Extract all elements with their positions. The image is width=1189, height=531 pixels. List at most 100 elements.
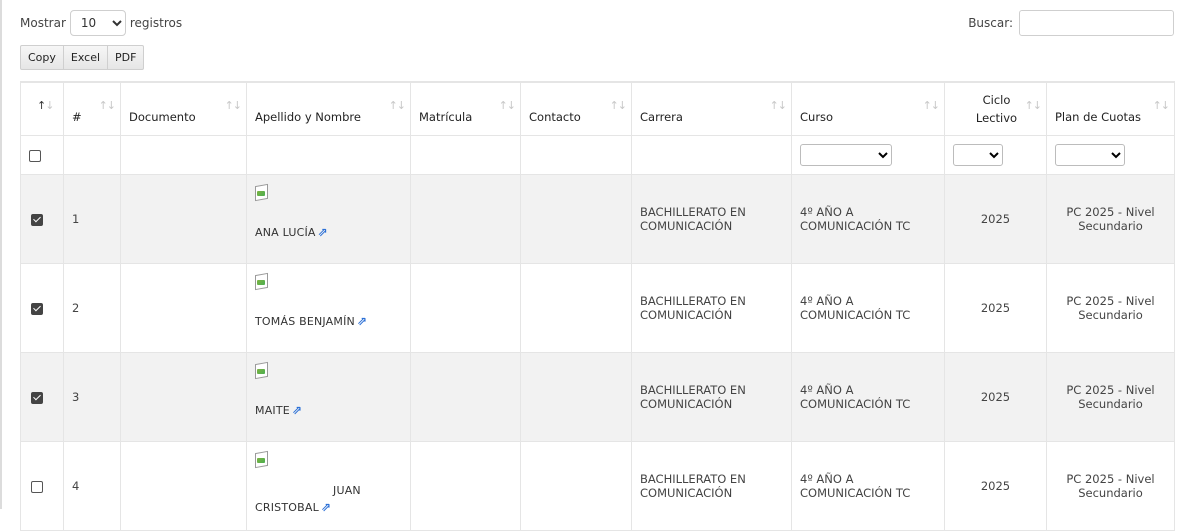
student-name: MAITE (255, 404, 290, 417)
external-link-icon[interactable]: ⇗ (321, 499, 331, 516)
row-checkbox[interactable] (31, 391, 43, 404)
col-apellido[interactable]: Apellido y Nombre ↑↓ (246, 81, 411, 136)
sort-arrows-icon[interactable]: ↑↓ (37, 99, 54, 112)
filter-cell (520, 135, 632, 175)
col-ciclo[interactable]: Ciclo Lectivo ↑↓ (944, 81, 1047, 136)
col-documento-label: Documento (129, 110, 196, 124)
length-select[interactable]: 10 (69, 10, 126, 36)
col-curso[interactable]: Curso ↑↓ (791, 81, 945, 136)
row-plan: PC 2025 - Nivel Secundario (1046, 174, 1175, 264)
sort-arrows-icon[interactable]: ↑↓ (770, 99, 787, 112)
row-plan: PC 2025 - Nivel Secundario (1046, 441, 1175, 531)
broken-image-icon (255, 363, 269, 379)
row-curso: 4º AÑO A COMUNICACIÓN TC (791, 174, 945, 264)
row-select-cell (20, 352, 64, 442)
col-matricula[interactable]: Matrícula ↑↓ (410, 81, 521, 136)
export-buttons: Copy Excel PDF (20, 45, 145, 70)
students-table: ↑↓ # ↑↓ Documento ↑↓ Apellido y Nombre ↑… (20, 81, 1175, 531)
student-name-second: CRISTOBAL (255, 501, 319, 514)
table-row[interactable]: 3 MAITE ⇗ BACHILLERATO EN COMUNICACIÓN 4º… (20, 352, 1175, 442)
filter-cell (120, 135, 247, 175)
sort-arrows-icon[interactable]: ↑↓ (225, 99, 242, 112)
row-ciclo: 2025 (944, 441, 1047, 531)
filter-cell (631, 135, 792, 175)
row-name-cell: MAITE ⇗ (246, 352, 411, 442)
row-documento (120, 263, 247, 353)
sort-arrows-icon[interactable]: ↑↓ (1025, 99, 1042, 112)
row-curso: 4º AÑO A COMUNICACIÓN TC (791, 352, 945, 442)
sort-arrows-icon[interactable]: ↑↓ (389, 99, 406, 112)
row-matricula (410, 174, 521, 264)
row-matricula (410, 352, 521, 442)
row-ciclo: 2025 (944, 352, 1047, 442)
external-link-icon[interactable]: ⇗ (357, 314, 367, 328)
sort-arrows-icon[interactable]: ↑↓ (610, 99, 627, 112)
student-name: ANA LUCÍA (255, 226, 316, 239)
row-contacto (520, 441, 632, 531)
row-curso: 4º AÑO A COMUNICACIÓN TC (791, 263, 945, 353)
row-plan: PC 2025 - Nivel Secundario (1046, 352, 1175, 442)
col-documento[interactable]: Documento ↑↓ (120, 81, 247, 136)
header-row: ↑↓ # ↑↓ Documento ↑↓ Apellido y Nombre ↑… (20, 81, 1175, 136)
row-name-cell: TOMÁS BENJAMÍN ⇗ (246, 263, 411, 353)
select-all-checkbox[interactable] (29, 149, 41, 162)
col-contacto[interactable]: Contacto ↑↓ (520, 81, 632, 136)
row-num: 1 (63, 174, 121, 264)
left-border (0, 0, 2, 509)
row-ciclo: 2025 (944, 263, 1047, 353)
row-select-cell (20, 263, 64, 353)
row-contacto (520, 352, 632, 442)
row-carrera: BACHILLERATO EN COMUNICACIÓN (631, 174, 792, 264)
search-input[interactable] (1019, 10, 1174, 36)
filter-cell (246, 135, 411, 175)
filter-curso (791, 135, 945, 175)
filter-cell (63, 135, 121, 175)
excel-button[interactable]: Excel (62, 45, 109, 70)
col-carrera-label: Carrera (640, 110, 683, 124)
length-prefix: Mostrar (20, 16, 66, 30)
length-menu: Mostrar 10 registros (20, 9, 182, 37)
row-carrera: BACHILLERATO EN COMUNICACIÓN (631, 352, 792, 442)
col-select[interactable]: ↑↓ (20, 81, 64, 136)
copy-button[interactable]: Copy (20, 45, 64, 70)
row-select-cell (20, 441, 64, 531)
table-row[interactable]: 1 ANA LUCÍA ⇗ BACHILLERATO EN COMUNICACIÓ… (20, 174, 1175, 264)
filter-ciclo (944, 135, 1047, 175)
table-row[interactable]: 4 JUAN CRISTOBAL ⇗ BACHILLERATO EN COMUNI… (20, 441, 1175, 531)
col-plan-label: Plan de Cuotas (1055, 110, 1142, 124)
row-curso: 4º AÑO A COMUNICACIÓN TC (791, 441, 945, 531)
row-checkbox[interactable] (31, 480, 43, 493)
row-matricula (410, 263, 521, 353)
col-num[interactable]: # ↑↓ (63, 81, 121, 136)
row-documento (120, 441, 247, 531)
row-documento (120, 174, 247, 264)
ciclo-filter-select[interactable] (953, 144, 1003, 166)
row-checkbox[interactable] (31, 302, 43, 315)
filter-cell (410, 135, 521, 175)
row-documento (120, 352, 247, 442)
table-row[interactable]: 2 TOMÁS BENJAMÍN ⇗ BACHILLERATO EN COMUNI… (20, 263, 1175, 353)
row-checkbox[interactable] (31, 213, 43, 226)
row-contacto (520, 174, 632, 264)
sort-arrows-icon[interactable]: ↑↓ (923, 99, 940, 112)
external-link-icon[interactable]: ⇗ (292, 403, 302, 417)
student-name-first: JUAN (333, 484, 361, 497)
col-carrera[interactable]: Carrera ↑↓ (631, 81, 792, 136)
sort-arrows-icon[interactable]: ↑↓ (99, 99, 116, 112)
row-carrera: BACHILLERATO EN COMUNICACIÓN (631, 263, 792, 353)
plan-filter-select[interactable] (1055, 144, 1125, 166)
col-curso-label: Curso (800, 110, 834, 124)
sort-arrows-icon[interactable]: ↑↓ (499, 99, 516, 112)
broken-image-icon (255, 452, 269, 468)
external-link-icon[interactable]: ⇗ (318, 225, 328, 239)
row-num: 3 (63, 352, 121, 442)
col-plan[interactable]: Plan de Cuotas ↑↓ (1046, 81, 1175, 136)
length-suffix: registros (129, 16, 183, 30)
col-ciclo-line1: Ciclo (982, 93, 1011, 107)
sort-arrows-icon[interactable]: ↑↓ (1153, 99, 1170, 112)
row-contacto (520, 263, 632, 353)
curso-filter-select[interactable] (800, 144, 892, 166)
pdf-button[interactable]: PDF (107, 45, 145, 70)
col-ciclo-line2: Lectivo (975, 111, 1018, 125)
filter-row (20, 135, 1175, 175)
